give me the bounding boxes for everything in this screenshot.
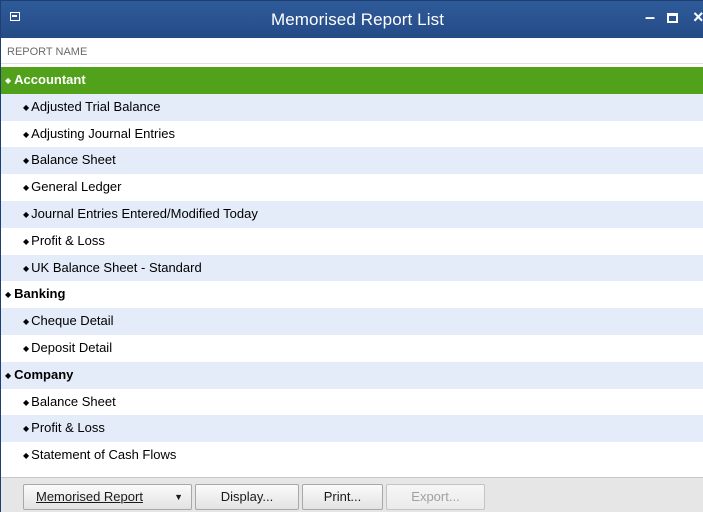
diamond-bullet-icon: ◆ bbox=[23, 129, 30, 139]
report-list-item[interactable]: ◆ Adjusted Trial Balance bbox=[1, 93, 703, 121]
display-button[interactable]: Display... bbox=[195, 484, 299, 510]
window-title: Memorised Report List bbox=[270, 10, 445, 29]
group-label: Company bbox=[14, 366, 74, 382]
diamond-bullet-icon: ◆ bbox=[23, 102, 30, 112]
diamond-bullet-icon: ◆ bbox=[23, 317, 30, 327]
column-header-report-name[interactable]: REPORT NAME bbox=[1, 38, 703, 64]
report-group-accountant[interactable]: ◆ Accountant bbox=[1, 67, 703, 94]
diamond-bullet-icon: ◆ bbox=[23, 236, 30, 246]
print-button[interactable]: Print... bbox=[302, 484, 383, 510]
report-list-item[interactable]: ◆ Adjusting Journal Entries bbox=[1, 121, 703, 148]
report-name: Balance Sheet bbox=[31, 393, 116, 409]
diamond-bullet-icon: ◆ bbox=[5, 290, 12, 300]
report-name: Deposit Detail bbox=[31, 339, 113, 355]
report-name: General Ledger bbox=[31, 179, 122, 195]
button-bar: Memorised Report ▼ Display... Print... E… bbox=[1, 477, 703, 512]
close-button[interactable]: × bbox=[693, 7, 703, 27]
diamond-bullet-icon: ◆ bbox=[23, 343, 30, 353]
export-button[interactable]: Export... bbox=[386, 484, 485, 510]
report-list-item[interactable]: ◆ Profit & Loss bbox=[1, 228, 703, 255]
group-label: Banking bbox=[14, 286, 66, 302]
diamond-bullet-icon: ◆ bbox=[5, 76, 12, 85]
report-name: Journal Entries Entered/Modified Today bbox=[31, 205, 258, 221]
title-bar[interactable]: Memorised Report List – × bbox=[1, 1, 703, 38]
report-group-banking[interactable]: ◆ Banking bbox=[1, 281, 703, 308]
report-name: Adjusting Journal Entries bbox=[31, 125, 175, 141]
report-list: ◆ Accountant ◆ Adjusted Trial Balance ◆ Adjus… bbox=[1, 67, 703, 469]
report-list-item[interactable]: ◆ Balance Sheet bbox=[1, 147, 703, 175]
report-list-item[interactable]: ◆ Profit & Loss bbox=[1, 415, 703, 443]
report-list-item[interactable]: ◆ Journal Entries Entered/Modified Today bbox=[1, 200, 703, 228]
diamond-bullet-icon: ◆ bbox=[23, 451, 30, 461]
report-list-item[interactable]: ◆ Deposit Detail bbox=[1, 335, 703, 362]
report-name: Profit & Loss bbox=[31, 420, 105, 436]
group-label: Accountant bbox=[14, 72, 86, 87]
report-name: Cheque Detail bbox=[31, 313, 114, 329]
report-list-item[interactable]: ◆ Statement of Cash Flows bbox=[1, 442, 703, 469]
memorised-report-button[interactable]: Memorised Report ▼ bbox=[23, 484, 192, 510]
maximize-button[interactable] bbox=[667, 13, 678, 23]
diamond-bullet-icon: ◆ bbox=[5, 370, 12, 380]
minimize-button[interactable]: – bbox=[645, 7, 655, 27]
diamond-bullet-icon: ◆ bbox=[23, 183, 30, 193]
report-name: UK Balance Sheet - Standard bbox=[31, 259, 202, 275]
report-name: Profit & Loss bbox=[31, 232, 105, 248]
report-list-item[interactable]: ◆ General Ledger bbox=[1, 174, 703, 201]
diamond-bullet-icon: ◆ bbox=[23, 424, 30, 434]
report-list-item[interactable]: ◆ Cheque Detail bbox=[1, 308, 703, 335]
dropdown-arrow-icon[interactable]: ▼ bbox=[174, 485, 183, 509]
report-list-item[interactable]: ◆ UK Balance Sheet - Standard bbox=[1, 254, 703, 282]
report-name: Statement of Cash Flows bbox=[31, 447, 177, 463]
report-group-company[interactable]: ◆ Company bbox=[1, 361, 703, 389]
memorised-report-label: Memorised Report bbox=[36, 489, 143, 504]
report-name: Adjusted Trial Balance bbox=[31, 98, 161, 114]
report-name: Balance Sheet bbox=[31, 152, 116, 168]
diamond-bullet-icon: ◆ bbox=[23, 397, 30, 407]
diamond-bullet-icon: ◆ bbox=[23, 209, 30, 219]
memorised-report-window: Memorised Report List – × REPORT NAME ◆ A… bbox=[0, 0, 703, 512]
report-list-item[interactable]: ◆ Balance Sheet bbox=[1, 389, 703, 416]
diamond-bullet-icon: ◆ bbox=[23, 156, 30, 166]
diamond-bullet-icon: ◆ bbox=[23, 263, 30, 273]
